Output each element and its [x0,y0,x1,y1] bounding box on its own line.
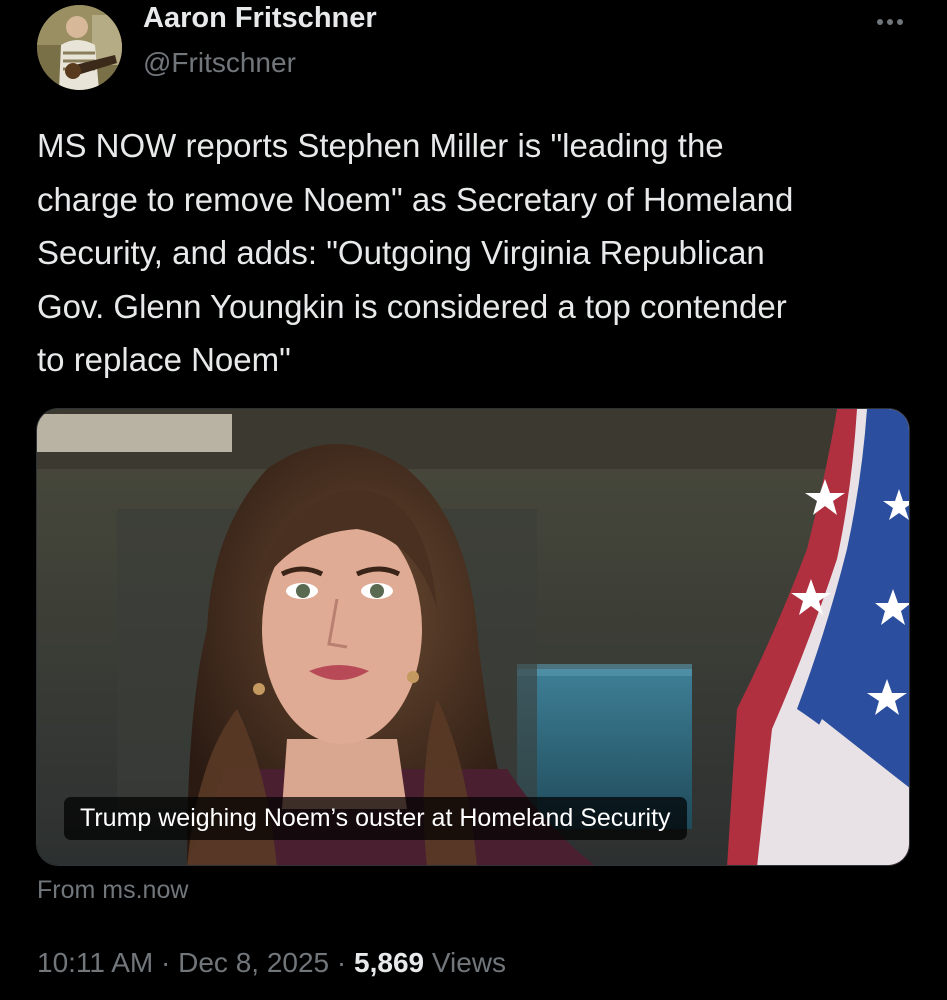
tweet-date[interactable]: Dec 8, 2025 [178,947,329,978]
link-card-source[interactable]: From ms.now [37,876,188,905]
avatar[interactable] [37,5,122,90]
tweet-time[interactable]: 10:11 AM [37,947,153,978]
views-count[interactable]: 5,869 [354,947,424,978]
tweet-meta: 10:11 AM · Dec 8, 2025 · 5,869 Views [37,947,506,979]
tweet-text: MS NOW reports Stephen Miller is "leadin… [37,127,794,378]
meta-separator: · [161,947,171,978]
author-handle[interactable]: @Fritschner [143,47,296,79]
meta-separator: · [336,947,347,978]
author-display-name[interactable]: Aaron Fritschner [143,2,377,35]
link-card[interactable]: Trump weighing Noem’s ouster at Homeland… [36,408,910,866]
more-horizontal-icon [877,19,903,25]
views-label: Views [431,947,507,978]
link-card-title: Trump weighing Noem’s ouster at Homeland… [64,797,687,840]
avatar-image [37,5,122,90]
more-options-button[interactable] [868,4,912,40]
